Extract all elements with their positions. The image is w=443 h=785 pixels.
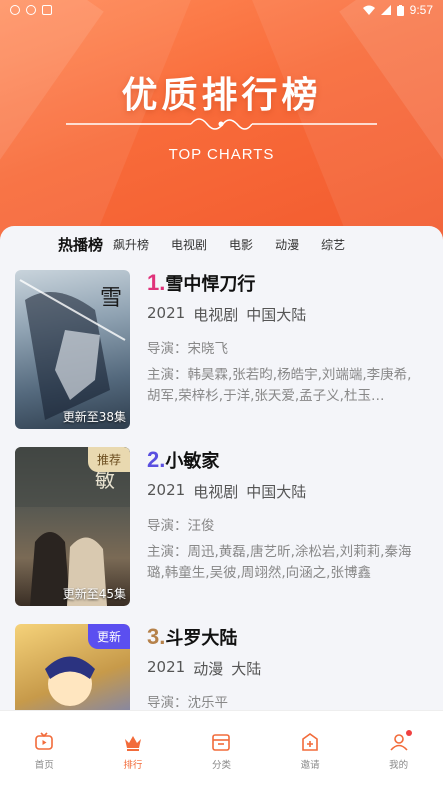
notification-icon bbox=[42, 5, 52, 15]
show-title[interactable]: 雪中悍刀行 bbox=[165, 270, 255, 296]
nav-home[interactable]: 首页 bbox=[0, 711, 89, 785]
list-item[interactable]: 雪 更新至38集 1. 雪中悍刀行 2021 电视剧 中国大陆 导演：宋晓飞 主… bbox=[15, 270, 435, 430]
tab-hot[interactable]: 热播榜 bbox=[58, 234, 103, 255]
cast: 主演：周迅,黄磊,唐艺昕,涂松岩,刘莉莉,秦海璐,韩童生,吴彼,周翊然,向涵之,… bbox=[147, 544, 412, 581]
cast: 主演：韩昊霖,张若昀,杨皓宇,刘端端,李庚希,胡军,荣梓杉,于洋,张天爱,孟子义… bbox=[147, 367, 412, 404]
genre: 动漫 bbox=[193, 660, 224, 678]
notification-icons bbox=[10, 5, 52, 15]
list-item[interactable]: 敏 推荐 更新至45集 2. 小敏家 2021 电视剧 中国大陆 导演：汪俊 主… bbox=[15, 447, 435, 607]
category-tabs: 热播榜 飙升榜 电视剧 电影 动漫 综艺 bbox=[0, 226, 443, 262]
tab-anime[interactable]: 动漫 bbox=[275, 236, 299, 253]
nav-ranking[interactable]: 排行 bbox=[89, 711, 178, 785]
show-meta: 2021 电视剧 中国大陆 bbox=[147, 304, 422, 325]
rank-number: 3. bbox=[147, 624, 166, 649]
genre: 电视剧 bbox=[193, 306, 239, 324]
region: 中国大陆 bbox=[246, 483, 307, 501]
notification-icon bbox=[10, 5, 20, 15]
show-title[interactable]: 斗罗大陆 bbox=[165, 624, 237, 650]
notification-icon bbox=[26, 5, 36, 15]
year: 2021 bbox=[147, 304, 186, 322]
hero-banner: 优质排行榜 TOP CHARTS bbox=[0, 0, 443, 245]
region: 中国大陆 bbox=[246, 306, 307, 324]
status-bar: 9:57 bbox=[0, 0, 443, 20]
tab-tv[interactable]: 电视剧 bbox=[171, 236, 207, 253]
director: 导演：宋晓飞 bbox=[147, 341, 228, 357]
invite-icon bbox=[302, 733, 318, 751]
nav-label: 分类 bbox=[211, 760, 231, 771]
rank-number: 2. bbox=[147, 447, 166, 472]
crown-icon bbox=[124, 736, 141, 751]
ornament-divider-icon bbox=[66, 118, 377, 130]
nav-label: 首页 bbox=[34, 760, 54, 771]
update-label: 更新至38集 bbox=[62, 410, 126, 424]
rank-number: 1. bbox=[147, 270, 166, 295]
nav-label: 我的 bbox=[389, 760, 409, 771]
wifi-icon bbox=[362, 5, 375, 15]
ranking-panel: 热播榜 飙升榜 电视剧 电影 动漫 综艺 雪 更新至38集 1. 雪中悍刀行 2… bbox=[0, 226, 443, 710]
year: 2021 bbox=[147, 658, 186, 676]
list-item[interactable]: 更新 3. 斗罗大陆 2021 动漫 大陆 导演：沈乐平 bbox=[15, 624, 435, 710]
battery-icon bbox=[396, 4, 404, 16]
status-time: 9:57 bbox=[409, 3, 433, 17]
nav-profile[interactable]: 我的 bbox=[354, 711, 443, 785]
update-label: 更新至45集 bbox=[62, 587, 126, 601]
recommend-badge: 推荐 bbox=[87, 447, 130, 472]
tab-movie[interactable]: 电影 bbox=[229, 236, 253, 253]
region: 大陆 bbox=[231, 660, 262, 678]
hero-title: 优质排行榜 bbox=[121, 75, 322, 116]
new-badge: 更新 bbox=[87, 624, 130, 649]
signal-icon bbox=[380, 5, 391, 15]
poster-image[interactable]: 敏 推荐 更新至45集 bbox=[15, 447, 130, 606]
category-box-icon bbox=[212, 734, 231, 751]
show-meta: 2021 动漫 大陆 bbox=[147, 658, 422, 679]
nav-category[interactable]: 分类 bbox=[177, 711, 266, 785]
director: 导演：沈乐平 bbox=[147, 695, 228, 710]
hero-subtitle: TOP CHARTS bbox=[168, 146, 275, 163]
svg-text:雪: 雪 bbox=[100, 286, 122, 311]
director: 导演：汪俊 bbox=[147, 518, 215, 534]
nav-label: 排行 bbox=[123, 760, 143, 771]
genre: 电视剧 bbox=[193, 483, 239, 501]
poster-image[interactable]: 雪 更新至38集 bbox=[15, 270, 130, 429]
year: 2021 bbox=[147, 481, 186, 499]
bottom-nav: 首页 排行 分类 邀请 我的 bbox=[0, 710, 443, 785]
show-meta: 2021 电视剧 中国大陆 bbox=[147, 481, 422, 502]
show-title[interactable]: 小敏家 bbox=[165, 447, 219, 473]
poster-image[interactable]: 更新 bbox=[15, 624, 130, 710]
nav-invite[interactable]: 邀请 bbox=[266, 711, 355, 785]
tab-variety[interactable]: 综艺 bbox=[321, 236, 345, 253]
tab-rising[interactable]: 飙升榜 bbox=[113, 236, 149, 253]
nav-label: 邀请 bbox=[300, 760, 320, 771]
tv-icon bbox=[35, 732, 54, 750]
notification-dot bbox=[406, 730, 413, 736]
